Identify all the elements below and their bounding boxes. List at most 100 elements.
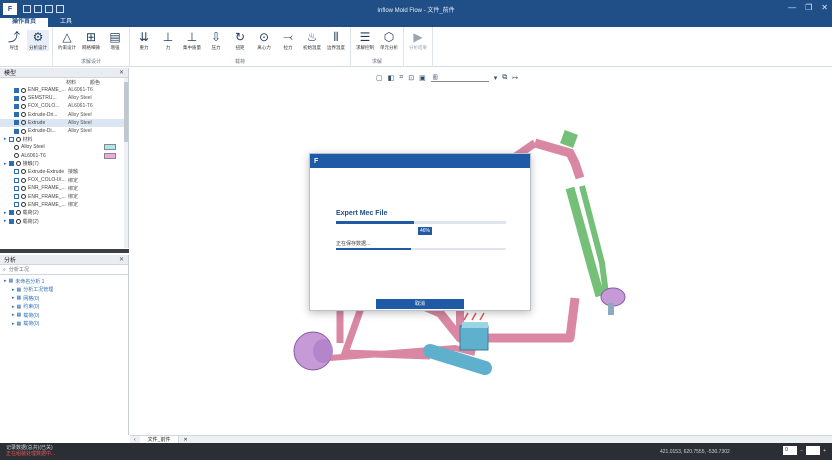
visibility-checkbox[interactable]: [14, 169, 19, 175]
tree-row[interactable]: Alloy Steel: [0, 143, 128, 151]
close-icon[interactable]: ✕: [119, 69, 124, 76]
tree-row[interactable]: ▸ 接触(7): [0, 160, 128, 168]
analysis-tree-row[interactable]: ▸ ▦ 载荷(0): [0, 311, 128, 320]
visibility-checkbox[interactable]: [8, 210, 14, 216]
shaded-icon[interactable]: ◧: [388, 74, 395, 82]
visibility-checkbox[interactable]: [14, 202, 19, 208]
close-icon[interactable]: ✕: [821, 3, 828, 12]
visibility-checkbox[interactable]: [8, 161, 14, 167]
expand-icon[interactable]: ▸: [4, 161, 7, 167]
tree-row[interactable]: SEMSTRU... Alloy Steel: [0, 94, 128, 102]
tree-row[interactable]: AL6061-T6: [0, 152, 128, 160]
cursor-coordinates: 421.0153, 620.7555, -530.7302: [660, 449, 730, 455]
restore-icon[interactable]: ❐: [805, 3, 812, 12]
tree-row[interactable]: Extrude-Extrude 接触: [0, 168, 128, 176]
view-dropdown[interactable]: 图: [430, 74, 489, 82]
ribbon-button[interactable]: ⬡ 单元分析: [378, 30, 400, 51]
cancel-button[interactable]: 取消: [376, 299, 464, 309]
panel-splitter[interactable]: [0, 249, 129, 253]
analysis-tree-row[interactable]: ▸ ▦ 未命名分析 1: [0, 277, 128, 286]
expand-icon[interactable]: ▸: [4, 210, 7, 216]
ribbon-button[interactable]: ⤴ 导出: [3, 30, 25, 51]
ribbon-button[interactable]: ⚙ 分析设计: [27, 30, 49, 51]
ribbon-button[interactable]: ⊥ 集中质量: [181, 30, 203, 51]
visibility-checkbox[interactable]: [14, 103, 19, 109]
tree-row[interactable]: ▸ 材料: [0, 135, 128, 143]
tree-row[interactable]: ▸ 载荷(2): [0, 209, 128, 217]
fit-icon[interactable]: ⊡: [408, 74, 414, 82]
expand-icon[interactable]: ▸: [4, 218, 7, 224]
ribbon-button[interactable]: ⫴ 边界温度: [325, 30, 347, 51]
tree-row[interactable]: ▸ 载荷(2): [0, 217, 128, 225]
tree-row[interactable]: ENR_FRAME_... 绑定: [0, 184, 128, 192]
visibility-checkbox[interactable]: [14, 95, 19, 101]
tree-row[interactable]: Extrude-Dri... Alloy Steel: [0, 111, 128, 119]
wireframe-icon[interactable]: ▢: [376, 74, 383, 82]
color-swatch[interactable]: [104, 144, 116, 151]
zoom-level-box[interactable]: [806, 446, 821, 455]
analysis-tree-row[interactable]: ▸ ▦ 约束(0): [0, 303, 128, 312]
bottom-bracket: [293, 331, 333, 371]
ribbon-button[interactable]: ⇩ 压力: [205, 30, 227, 51]
expand-icon[interactable]: ▸: [12, 321, 15, 327]
tab-home[interactable]: 操作首页: [0, 18, 49, 27]
zoom-out-icon[interactable]: −: [800, 448, 803, 454]
ribbon-button[interactable]: ⊞ 网格细微: [80, 30, 102, 51]
tab-close-icon[interactable]: ✕: [179, 437, 191, 443]
visibility-checkbox[interactable]: [8, 218, 14, 224]
tree-row[interactable]: Extrude-Di... Alloy Steel: [0, 127, 128, 135]
scrollbar-thumb[interactable]: [124, 82, 128, 142]
expand-icon[interactable]: ▸: [4, 278, 7, 284]
dropdown-chevron-icon[interactable]: ▾: [494, 74, 498, 82]
expand-icon[interactable]: ▸: [12, 295, 15, 301]
display-icon[interactable]: ▣: [419, 74, 426, 82]
analysis-tree-row[interactable]: ▸ ▦ 载荷(0): [0, 320, 128, 329]
tree-row[interactable]: Extrude Alloy Steel: [0, 118, 128, 127]
ribbon-button[interactable]: ⊙ 离心力: [253, 30, 275, 51]
tree-row[interactable]: FOX_COLO-IX... 绑定: [0, 176, 128, 184]
analysis-tree-row[interactable]: ▸ ▦ 分析工况管理: [0, 286, 128, 295]
search-input[interactable]: 分析工况: [9, 266, 29, 273]
tab-tools[interactable]: 工具: [48, 18, 84, 27]
ribbon-button-label: 约束设计: [58, 45, 76, 50]
tree-row[interactable]: FOX_COLO... AL6061-T6: [0, 102, 128, 110]
ribbon-button[interactable]: △ 约束设计: [56, 30, 78, 51]
analysis-tree-row[interactable]: ▸ ▦ 网格(0): [0, 294, 128, 303]
expand-icon[interactable]: ▸: [4, 136, 7, 142]
visibility-checkbox[interactable]: [14, 112, 19, 118]
expand-icon[interactable]: ▸: [12, 312, 15, 318]
ribbon-button[interactable]: ▤ 增强: [104, 30, 126, 51]
close-icon[interactable]: ✕: [119, 256, 124, 263]
ribbon-button[interactable]: ♨ 初始温度: [301, 30, 323, 51]
expand-icon[interactable]: ▸: [12, 287, 15, 293]
visibility-checkbox[interactable]: [14, 177, 19, 183]
ribbon-button[interactable]: ⤙ 拉力: [277, 30, 299, 51]
minimize-icon[interactable]: —: [788, 3, 796, 12]
ribbon-button[interactable]: ↻ 扭矩: [229, 30, 251, 51]
ribbon-button[interactable]: ☰ 求解控制: [354, 30, 376, 51]
ribbon-button[interactable]: ⇊ 重力: [133, 30, 155, 51]
visibility-checkbox[interactable]: [14, 194, 19, 200]
tree-row[interactable]: ENR_FRAME_... 绑定: [0, 201, 128, 209]
color-swatch[interactable]: [104, 152, 116, 159]
analysis-item-icon: ▦: [16, 320, 22, 327]
visibility-checkbox[interactable]: [14, 87, 19, 93]
ribbon-button[interactable]: ▶ 分析结果: [407, 30, 429, 51]
measure-icon[interactable]: ↦: [512, 74, 518, 82]
analysis-tree-row-name: 分析工况管理: [23, 287, 54, 294]
visibility-checkbox[interactable]: [14, 128, 19, 134]
tree-row-name: ENR_FRAME_...: [28, 193, 66, 200]
tab-scroll-icon[interactable]: ‹: [130, 437, 140, 443]
ribbon-button[interactable]: ⊥ 力: [157, 30, 179, 51]
visibility-checkbox[interactable]: [14, 120, 19, 126]
section-icon[interactable]: ⌗: [399, 74, 403, 82]
screenshot-icon[interactable]: ⧉: [502, 74, 507, 82]
analysis-item-icon: ▦: [16, 286, 22, 293]
zoom-input[interactable]: 0: [783, 446, 798, 455]
tree-row[interactable]: ENR_FRAME_... AL6061-T6: [0, 86, 128, 94]
zoom-in-icon[interactable]: +: [823, 448, 826, 454]
visibility-checkbox[interactable]: [8, 136, 14, 142]
expand-icon[interactable]: ▸: [12, 304, 15, 310]
visibility-checkbox[interactable]: [14, 185, 19, 191]
tree-row[interactable]: ENR_FRAME_... 绑定: [0, 192, 128, 200]
